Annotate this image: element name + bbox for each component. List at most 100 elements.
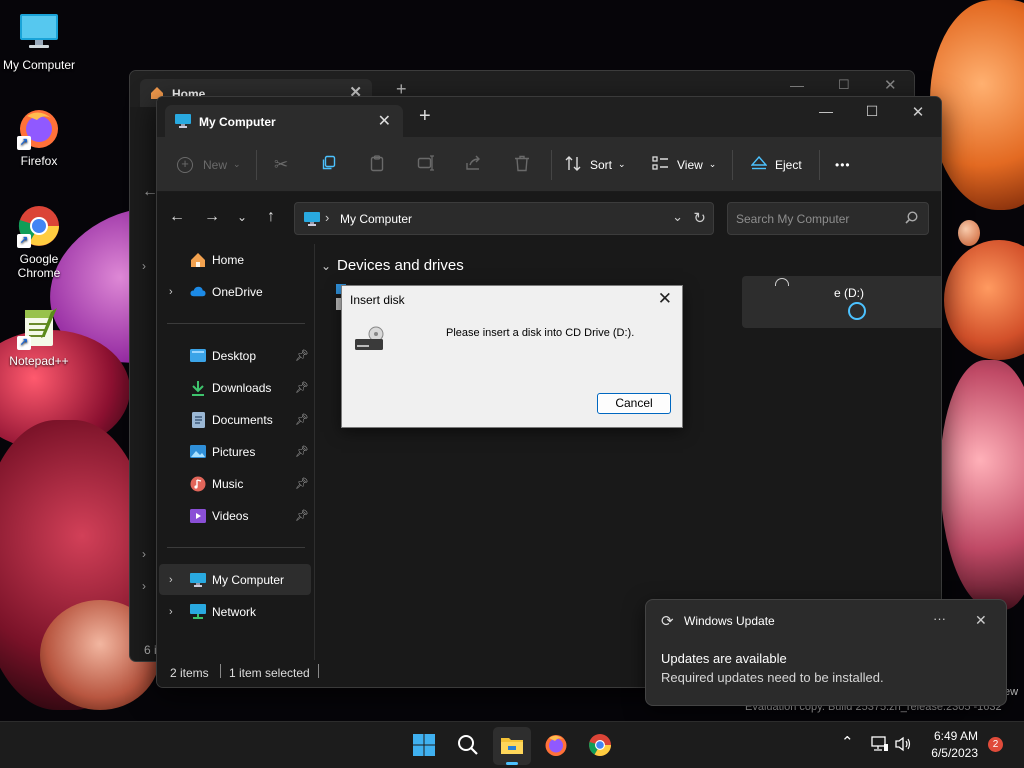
nav-item-my-computer[interactable]: › My Computer bbox=[159, 564, 311, 595]
document-icon bbox=[190, 411, 206, 428]
search-taskbar-button[interactable] bbox=[449, 727, 487, 765]
chevron-right-icon[interactable]: › bbox=[169, 606, 173, 618]
status-divider bbox=[220, 664, 221, 678]
minimize-icon[interactable]: — bbox=[803, 103, 849, 119]
nav-item-desktop[interactable]: Desktop 📌︎ bbox=[159, 340, 311, 371]
nav-item-home[interactable]: Home bbox=[159, 244, 311, 275]
tab-my-computer[interactable]: My Computer ✕ bbox=[165, 105, 403, 137]
drive-tile-cd[interactable]: e (D:) bbox=[742, 276, 941, 328]
toast-more-button[interactable]: ··· bbox=[933, 611, 946, 626]
clock[interactable]: 6:49 AM 6/5/2023 bbox=[920, 729, 978, 760]
toolbar-divider bbox=[551, 150, 552, 180]
dialog-title: Insert disk bbox=[350, 293, 405, 307]
close-tab-icon[interactable]: ✕ bbox=[378, 111, 391, 131]
copy-icon bbox=[321, 155, 337, 174]
chevron-right-icon[interactable]: › bbox=[169, 286, 173, 298]
nav-item-music[interactable]: Music 📌︎ bbox=[159, 468, 311, 499]
pin-icon[interactable]: 📌︎ bbox=[295, 413, 309, 426]
tray-overflow-chevron-icon[interactable]: ⌃ bbox=[841, 733, 854, 751]
maximize-icon[interactable]: ☐ bbox=[849, 103, 895, 120]
new-tab-icon[interactable]: + bbox=[419, 106, 431, 126]
nav-item-onedrive[interactable]: › OneDrive bbox=[159, 276, 311, 307]
trash-icon bbox=[514, 155, 530, 175]
cut-button[interactable]: ✂ bbox=[274, 137, 288, 192]
nav-item-pictures[interactable]: Pictures 📌︎ bbox=[159, 436, 311, 467]
clock-time: 6:49 AM bbox=[933, 729, 978, 743]
pin-icon[interactable]: 📌︎ bbox=[295, 349, 309, 362]
navigation-pane: Home › OneDrive Desktop 📌︎ Downloads 📌︎ … bbox=[157, 244, 315, 662]
copy-button[interactable] bbox=[321, 137, 337, 192]
address-bar[interactable]: › My Computer ⌄ ↻ bbox=[294, 202, 714, 235]
nav-divider bbox=[167, 547, 305, 548]
chevron-right-icon[interactable]: › bbox=[169, 574, 173, 586]
recent-locations-chevron-icon[interactable]: ⌄ bbox=[230, 210, 254, 224]
monitor-icon bbox=[304, 212, 320, 229]
notification-badge[interactable]: 2 bbox=[988, 737, 1003, 752]
chevron-right-icon[interactable]: › bbox=[142, 579, 146, 593]
nav-item-documents[interactable]: Documents 📌︎ bbox=[159, 404, 311, 435]
collapse-chevron-icon[interactable]: ⌄ bbox=[321, 259, 331, 273]
nav-label: Videos bbox=[212, 508, 249, 523]
nav-item-videos[interactable]: Videos 📌︎ bbox=[159, 500, 311, 531]
back-arrow-icon[interactable]: ← bbox=[165, 208, 189, 226]
back-window-status: 6 i bbox=[144, 643, 157, 657]
taskbar-chrome[interactable] bbox=[581, 727, 619, 765]
share-button[interactable] bbox=[465, 137, 482, 192]
taskbar-firefox[interactable] bbox=[537, 727, 575, 765]
search-input[interactable] bbox=[736, 212, 896, 226]
nav-item-network[interactable]: › Network bbox=[159, 596, 311, 627]
desktop-icon-my-computer[interactable]: My Computer bbox=[0, 10, 78, 72]
close-icon[interactable]: ✕ bbox=[884, 76, 897, 94]
start-button[interactable] bbox=[405, 727, 443, 765]
tab-label: My Computer bbox=[199, 115, 276, 129]
desktop-icon-firefox[interactable]: ↗ Firefox bbox=[0, 106, 78, 168]
desktop-icon-chrome[interactable]: ↗ Google Chrome bbox=[0, 204, 78, 280]
pin-icon[interactable]: 📌︎ bbox=[295, 381, 309, 394]
search-box[interactable] bbox=[727, 202, 929, 235]
pin-icon[interactable]: 📌︎ bbox=[295, 445, 309, 458]
new-button[interactable]: + New ⌄ bbox=[177, 137, 241, 192]
section-header: Devices and drives bbox=[337, 257, 464, 274]
selected-count: 1 item selected bbox=[229, 666, 310, 680]
cancel-button[interactable]: Cancel bbox=[597, 393, 671, 414]
delete-button[interactable] bbox=[514, 137, 530, 192]
notification-toast[interactable]: ⟳ Windows Update ··· ✕ Updates are avail… bbox=[645, 599, 1007, 706]
taskbar-file-explorer[interactable] bbox=[493, 727, 531, 765]
nav-item-downloads[interactable]: Downloads 📌︎ bbox=[159, 372, 311, 403]
desktop-icon-notepadpp[interactable]: ↗ Notepad++ bbox=[0, 306, 78, 368]
close-icon[interactable]: ✕ bbox=[658, 289, 672, 309]
nav-label: Home bbox=[212, 252, 245, 267]
rename-button[interactable] bbox=[417, 137, 435, 192]
breadcrumb-my-computer[interactable]: My Computer bbox=[340, 212, 412, 226]
volume-icon[interactable] bbox=[895, 736, 912, 755]
up-arrow-icon[interactable]: ↑ bbox=[259, 208, 283, 226]
desktop-icon-label: Firefox bbox=[20, 154, 58, 168]
view-button[interactable]: View ⌄ bbox=[652, 137, 716, 192]
minimize-icon[interactable]: — bbox=[790, 77, 804, 93]
see-more-button[interactable]: ••• bbox=[835, 137, 851, 192]
chevron-right-icon[interactable]: › bbox=[142, 259, 146, 273]
cloud-icon bbox=[190, 284, 206, 300]
refresh-icon[interactable]: ↻ bbox=[693, 209, 706, 227]
address-dropdown-icon[interactable]: ⌄ bbox=[672, 209, 683, 225]
sort-label: Sort bbox=[590, 157, 613, 172]
pin-icon[interactable]: 📌︎ bbox=[295, 477, 309, 490]
firefox-icon: ↗ bbox=[17, 106, 61, 150]
paste-button[interactable] bbox=[369, 137, 385, 192]
nav-label: Documents bbox=[212, 412, 273, 427]
sort-button[interactable]: Sort ⌄ bbox=[565, 137, 626, 192]
maximize-icon[interactable]: ☐ bbox=[838, 77, 850, 93]
forward-arrow-icon[interactable]: → bbox=[200, 208, 224, 226]
rename-icon bbox=[417, 155, 435, 174]
close-icon[interactable]: ✕ bbox=[975, 612, 987, 629]
eject-button[interactable]: Eject bbox=[750, 137, 802, 192]
insert-disk-dialog[interactable]: Insert disk ✕ Please insert a disk into … bbox=[341, 285, 683, 428]
command-bar: + New ⌄ ✂ Sort ⌄ View ⌄ Eject ••• bbox=[157, 137, 941, 192]
close-window-icon[interactable]: ✕ bbox=[895, 103, 941, 121]
share-icon bbox=[465, 155, 482, 174]
pin-icon[interactable]: 📌︎ bbox=[295, 509, 309, 522]
network-tray-icon[interactable] bbox=[871, 736, 889, 755]
item-count: 2 items bbox=[170, 666, 209, 680]
toolbar-divider bbox=[256, 150, 257, 180]
chevron-right-icon[interactable]: › bbox=[142, 547, 146, 561]
